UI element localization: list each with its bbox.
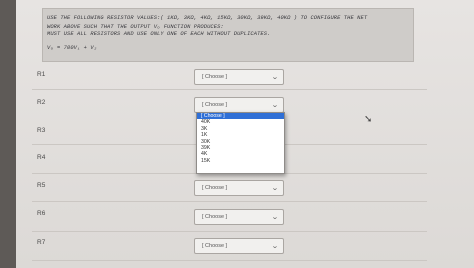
select-r6[interactable]: [ Choose ] ⌄ [194, 209, 284, 225]
select-value: [ Choose ] [202, 74, 228, 80]
formula-text: Vₒ = 700V₁ + V₂ [47, 45, 98, 51]
chevron-down-icon: ⌄ [271, 185, 279, 192]
instruction-line-1: USE THE FOLLOWING RESISTOR VALUES:( 1KΩ,… [47, 15, 368, 21]
instructions-box: USE THE FOLLOWING RESISTOR VALUES:( 1KΩ,… [42, 8, 414, 62]
select-r7[interactable]: [ Choose ] ⌄ [194, 238, 284, 254]
chevron-down-icon: ⌄ [271, 102, 279, 109]
row-label-r3: R3 [37, 127, 46, 134]
row-label-r5: R5 [37, 182, 46, 189]
row-divider [32, 89, 427, 90]
row-label-r7: R7 [37, 239, 46, 246]
row-divider [32, 231, 427, 232]
chevron-down-icon: ⌄ [271, 214, 279, 221]
select-r5[interactable]: [ Choose ] ⌄ [194, 180, 284, 196]
chevron-down-icon: ⌄ [271, 74, 279, 81]
row-divider [32, 201, 427, 202]
select-r2[interactable]: [ Choose ] ⌄ [194, 97, 284, 113]
mouse-pointer-icon: ➘ [364, 114, 373, 125]
row-label-r2: R2 [37, 99, 46, 106]
quiz-page: USE THE FOLLOWING RESISTOR VALUES:( 1KΩ,… [16, 0, 474, 268]
select-value: [ Choose ] [202, 102, 228, 108]
select-r1[interactable]: [ Choose ] ⌄ [194, 69, 284, 85]
chevron-down-icon: ⌄ [271, 243, 279, 250]
select-value: [ Choose ] [202, 185, 228, 191]
instruction-line-3: MUST USE ALL RESISTORS AND USE ONLY ONE … [47, 31, 271, 37]
dropdown-list-r2[interactable]: [ Choose ] 40K 3K 1K 30K 39K 4K 15K [196, 112, 285, 174]
row-label-r6: R6 [37, 210, 46, 217]
row-label-r1: R1 [37, 71, 46, 78]
select-value: [ Choose ] [202, 214, 228, 220]
instruction-line-2: WORK ABOVE SUCH THAT THE OUTPUT Vₒ FUNCT… [47, 24, 224, 30]
row-label-r4: R4 [37, 154, 46, 161]
select-value: [ Choose ] [202, 243, 228, 249]
row-divider [32, 260, 427, 261]
dropdown-option[interactable]: 15K [197, 158, 284, 164]
